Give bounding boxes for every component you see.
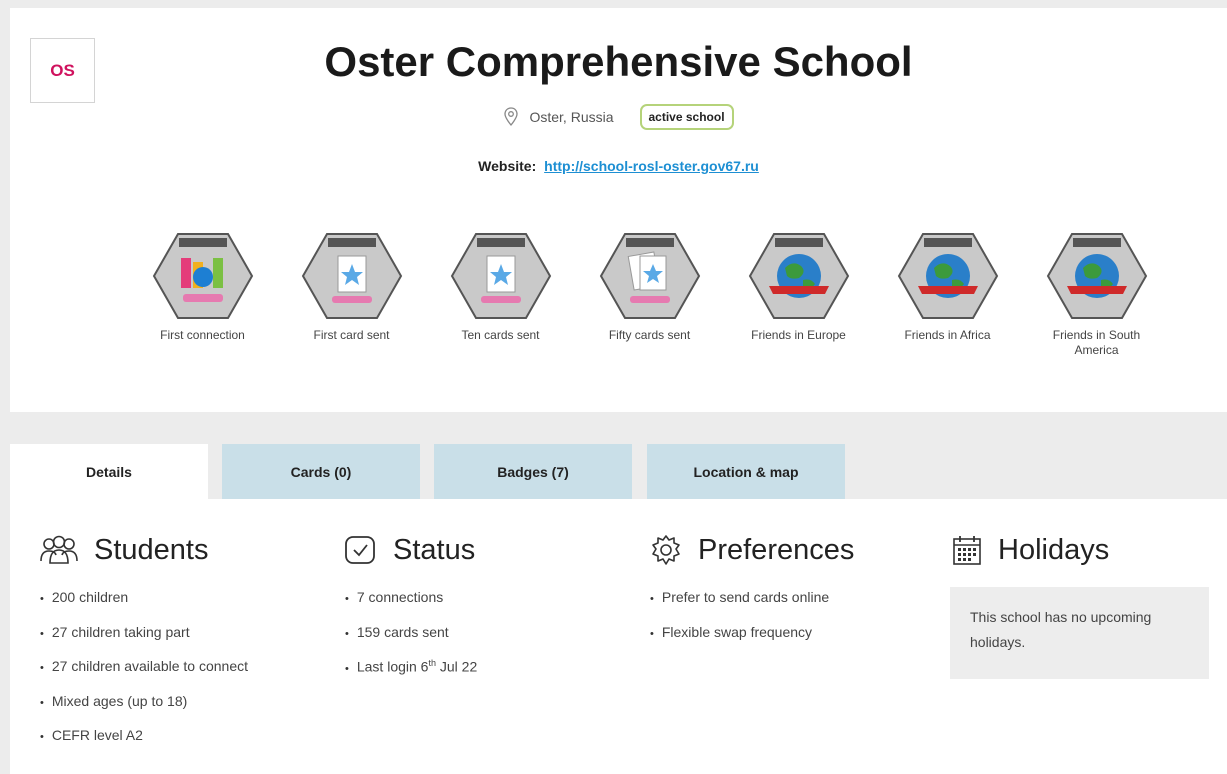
status-heading: Status [343,527,633,573]
preferences-section: Preferences Prefer to send cards online … [648,527,938,658]
preferences-heading: Preferences [648,527,938,573]
badge-item[interactable]: Friends in Africa [873,228,1022,358]
location-pin-icon [504,107,519,126]
list-item: 200 children [38,589,328,624]
students-section: Students 200 children 27 children taking… [38,527,328,762]
holidays-title: Holidays [998,533,1110,566]
list-item: Mixed ages (up to 18) [38,693,328,728]
badge-list: First connection First card sent Ten car [128,228,1171,358]
tab-badges[interactable]: Badges (7) [434,444,632,499]
list-item: 27 children taking part [38,624,328,659]
card-star-icon [450,233,551,319]
details-panel: Students 200 children 27 children taking… [10,499,1227,774]
students-title: Students [94,533,209,566]
school-location: Oster, Russia [529,109,614,125]
website-link[interactable]: http://school-rosl-oster.gov67.ru [544,158,759,174]
badge-label: First card sent [313,328,390,342]
status-badge: active school [639,104,734,130]
last-login-prefix: Last login 6 [356,658,429,675]
list-item: 7 connections [343,589,633,624]
tab-bar: Details Cards (0) Badges (7) Location & … [10,444,1227,499]
preferences-title: Preferences [698,533,855,566]
badge-item[interactable]: First card sent [277,228,426,358]
badge-item[interactable]: Fifty cards sent [575,228,724,358]
status-section: Status 7 connections 159 cards sent Last… [343,527,633,693]
badge-item[interactable]: Friends in Europe [724,228,873,358]
people-icon [40,535,78,564]
badge-item[interactable]: Ten cards sent [426,228,575,358]
badge-item[interactable]: First connection [128,228,277,358]
school-title: Oster Comprehensive School [324,38,913,85]
calendar-icon [953,536,981,565]
globe-icon [897,233,998,319]
badge-label: Friends in South America [1052,328,1141,357]
cards-stack-star-icon [599,233,700,319]
website-label: Website: [478,158,537,174]
students-list: 200 children 27 children taking part 27 … [38,589,328,762]
last-login-sup: th [428,658,436,668]
badge-label: Friends in Europe [751,328,846,342]
tab-details[interactable]: Details [10,444,208,499]
last-login-item: Last login 6th Jul 22 [343,658,633,693]
checkbox-icon [345,536,375,564]
gear-icon [652,535,680,565]
last-login-suffix: Jul 22 [435,658,478,675]
list-item: 27 children available to connect [38,658,328,693]
list-item: Prefer to send cards online [648,589,938,624]
globe-icon [748,233,849,319]
list-item: Flexible swap frequency [648,624,938,659]
holidays-section: Holidays This school has no upcoming hol… [950,527,1220,679]
preferences-list: Prefer to send cards online Flexible swa… [648,589,938,658]
list-item: CEFR level A2 [38,727,328,762]
holidays-heading: Holidays [950,527,1220,573]
tab-cards[interactable]: Cards (0) [222,444,420,499]
badge-label: Ten cards sent [461,328,540,342]
school-meta: Oster, Russia active school [10,104,1227,130]
students-heading: Students [38,527,328,573]
no-holidays-message: This school has no upcoming holidays. [950,587,1209,679]
badge-item[interactable]: Friends in South America [1022,228,1171,358]
badge-label: Friends in Africa [904,328,991,342]
status-list: 7 connections 159 cards sent Last login … [343,589,633,693]
globe-icon [1046,233,1147,319]
school-header-card: OS Oster Comprehensive School Oster, Rus… [10,8,1227,412]
status-title: Status [393,533,476,566]
tab-location-map[interactable]: Location & map [647,444,845,499]
website-row: Website: http://school-rosl-oster.gov67.… [10,158,1227,174]
list-item: 159 cards sent [343,624,633,659]
badge-label: Fifty cards sent [608,328,691,342]
card-star-icon [301,233,402,319]
badge-label: First connection [160,328,245,342]
connection-icon [152,233,253,319]
